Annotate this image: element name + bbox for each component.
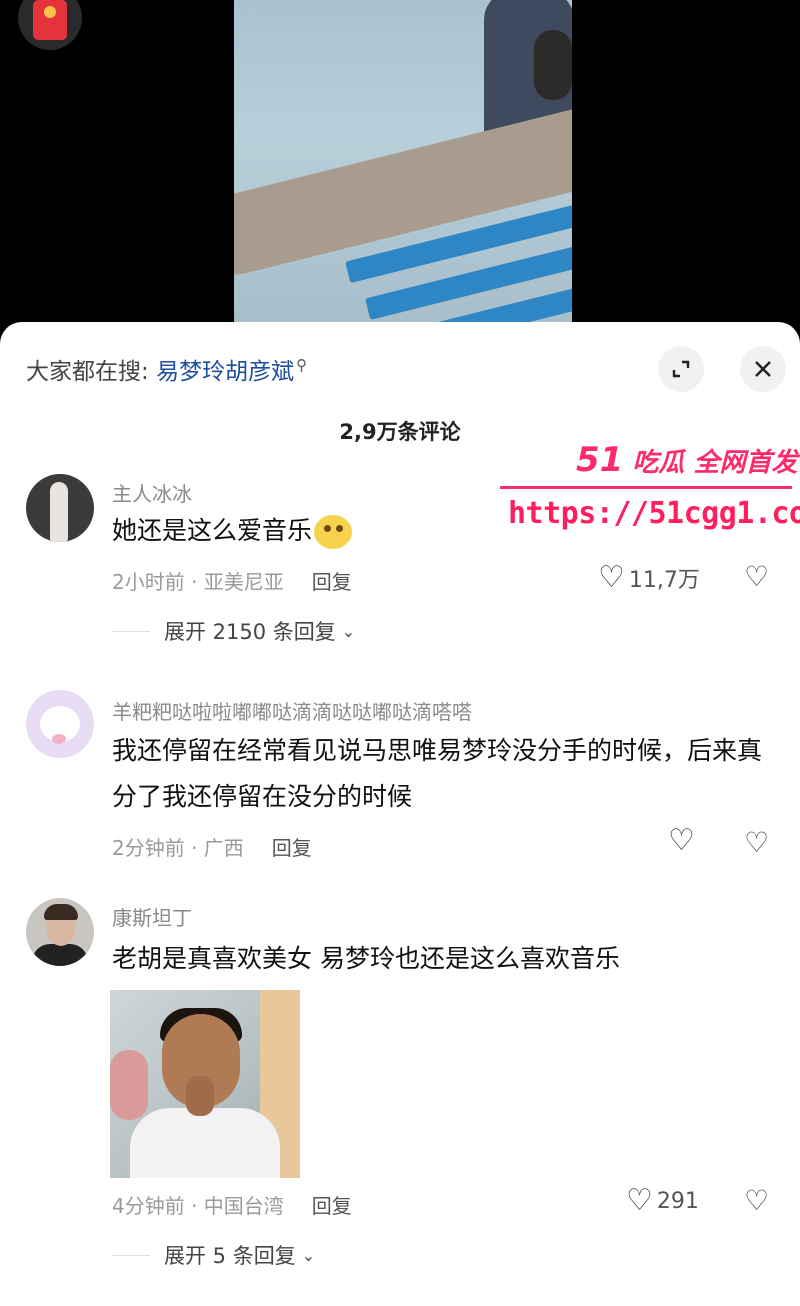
video-player[interactable] — [0, 0, 800, 340]
comment-time-location: 2小时前 · 亚美尼亚 — [112, 570, 284, 594]
close-button[interactable] — [740, 346, 786, 392]
expand-replies-label: 展开 5 条回复 — [164, 1244, 296, 1268]
red-envelope-button[interactable] — [18, 0, 82, 50]
expand-button[interactable] — [658, 346, 704, 392]
avatar[interactable] — [26, 690, 94, 758]
video-person-arm — [534, 30, 572, 100]
broken-heart-icon[interactable]: ♡ — [744, 1184, 769, 1217]
expand-replies-button[interactable]: 展开 2150 条回复 ⌄ — [112, 616, 355, 646]
comment-text: 我还停留在经常看见说马思唯易梦玲没分手的时候，后来真分了我还停留在没分的时候 — [112, 736, 763, 811]
comment-username[interactable]: 康斯坦丁 — [112, 902, 192, 931]
watermark-divider — [500, 486, 792, 489]
heart-icon: ♡ — [598, 560, 625, 595]
like-count: 291 — [656, 1188, 699, 1214]
comment-meta: 4分钟前 · 中国台湾 回复 — [112, 1190, 352, 1219]
chevron-down-icon: ⌄ — [341, 621, 356, 641]
heart-icon: ♡ — [668, 823, 695, 858]
trending-search-prefix: 大家都在搜: — [26, 359, 149, 385]
like-count: 11,7万 — [628, 568, 700, 593]
comment-time-location: 2分钟前 · 广西 — [112, 836, 244, 860]
video-frame — [234, 0, 572, 340]
watermark-brand: 51 吃瓜 全网首发 — [576, 440, 797, 480]
trending-search-query[interactable]: 易梦玲胡彦斌 — [156, 359, 294, 385]
thinking-emoji-icon — [314, 515, 353, 549]
comment-username[interactable]: 主人冰冰 — [112, 478, 192, 507]
broken-heart-icon[interactable]: ♡ — [744, 560, 769, 593]
red-envelope-icon — [33, 0, 67, 40]
expand-replies-button[interactable]: 展开 5 条回复 ⌄ — [112, 1240, 315, 1270]
divider — [112, 1254, 150, 1256]
like-button[interactable]: ♡ 291 — [626, 1186, 699, 1216]
like-button[interactable]: ♡ — [668, 826, 695, 856]
reply-button[interactable]: 回复 — [312, 1194, 352, 1218]
watermark-brand-number: 51 — [576, 440, 624, 480]
divider — [112, 630, 150, 632]
heart-icon: ♡ — [626, 1183, 653, 1218]
comment-time-location: 4分钟前 · 中国台湾 — [112, 1194, 284, 1218]
close-icon — [755, 361, 771, 377]
comment-image[interactable] — [110, 990, 300, 1178]
chevron-down-icon: ⌄ — [301, 1245, 316, 1265]
reply-button[interactable]: 回复 — [312, 570, 352, 594]
broken-heart-icon[interactable]: ♡ — [744, 826, 769, 859]
comment-username[interactable]: 羊粑粑哒啦啦嘟嘟哒滴滴哒哒嘟哒滴嗒嗒 — [112, 696, 472, 725]
trending-search[interactable]: 大家都在搜: 易梦玲胡彦斌 ⚲ — [26, 352, 307, 386]
like-button[interactable]: ♡ 11,7万 — [598, 562, 700, 594]
avatar[interactable] — [26, 474, 94, 542]
expand-icon — [672, 360, 690, 378]
comment-meta: 2小时前 · 亚美尼亚 回复 — [112, 566, 352, 595]
watermark-url: https://51cgg1.com — [508, 496, 800, 531]
watermark-brand-text: 吃瓜 全网首发 — [632, 448, 798, 478]
reply-button[interactable]: 回复 — [272, 836, 312, 860]
comment-meta: 2分钟前 · 广西 回复 — [112, 832, 312, 861]
expand-replies-label: 展开 2150 条回复 — [164, 620, 336, 644]
comment-text: 老胡是真喜欢美女 易梦玲也还是这么喜欢音乐 — [112, 944, 620, 973]
watermark: 51 吃瓜 全网首发 https://51cgg1.com — [500, 440, 800, 540]
comment-text-body: 她还是这么爱音乐 — [112, 516, 313, 545]
avatar[interactable] — [26, 898, 94, 966]
search-icon: ⚲ — [296, 356, 308, 375]
